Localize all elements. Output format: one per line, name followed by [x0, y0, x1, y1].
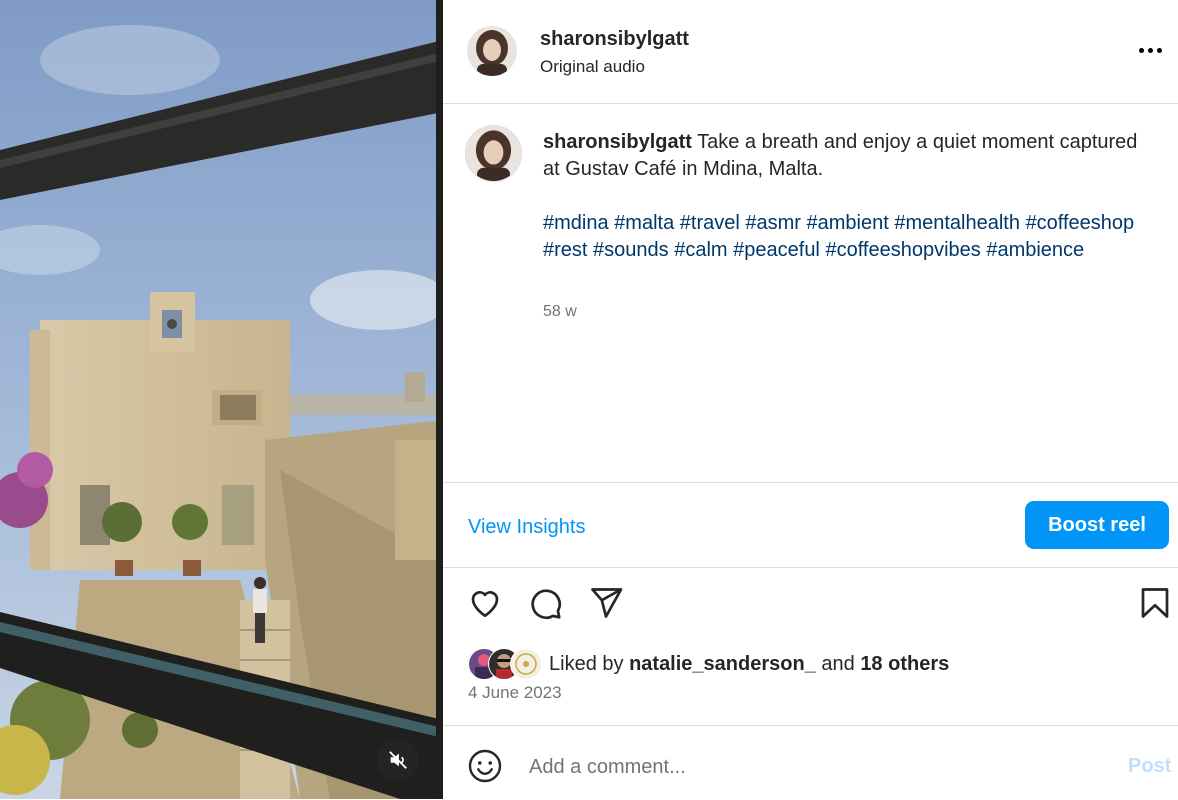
- hashtag[interactable]: #sounds: [593, 239, 669, 261]
- heart-icon: [471, 591, 499, 618]
- hashtag[interactable]: #travel: [680, 212, 740, 234]
- hashtag[interactable]: #calm: [674, 239, 727, 261]
- caption-section: sharonsibylgatt Take a breath and enjoy …: [443, 104, 1178, 482]
- comment-icon: [531, 589, 562, 620]
- hashtag[interactable]: #peaceful: [733, 239, 820, 261]
- hashtag-list: #mdina #malta #travel #asmr #ambient #me…: [543, 210, 1143, 264]
- hashtag[interactable]: #coffeeshopvibes: [825, 239, 980, 261]
- share-button[interactable]: [588, 585, 628, 625]
- more-horizontal-icon: [1139, 48, 1144, 53]
- comment-button[interactable]: [527, 585, 567, 625]
- share-paper-plane-icon: [591, 588, 623, 618]
- hashtag[interactable]: #mdina: [543, 212, 609, 234]
- boost-reel-button[interactable]: Boost reel: [1025, 501, 1169, 549]
- post-date[interactable]: 4 June 2023: [468, 683, 562, 703]
- hashtag[interactable]: #ambience: [986, 239, 1084, 261]
- mute-toggle-button[interactable]: [377, 739, 419, 781]
- hashtag[interactable]: #coffeeshop: [1026, 212, 1135, 234]
- more-horizontal-icon: [1148, 48, 1153, 53]
- avatar: [510, 648, 542, 680]
- likes-joiner: and: [821, 653, 855, 675]
- save-button[interactable]: [1137, 585, 1177, 625]
- view-insights-link[interactable]: View Insights: [468, 516, 585, 539]
- insights-bar: View Insights Boost reel: [443, 482, 1178, 568]
- reel-video[interactable]: [0, 0, 443, 799]
- profile-photo: [467, 26, 517, 76]
- like-button[interactable]: [467, 585, 507, 625]
- bookmark-icon: [1141, 588, 1169, 618]
- hashtag[interactable]: #ambient: [807, 212, 889, 234]
- hashtag[interactable]: #mentalhealth: [894, 212, 1020, 234]
- hashtag[interactable]: #malta: [614, 212, 674, 234]
- liker-avatars[interactable]: [468, 648, 548, 680]
- avatar[interactable]: [467, 26, 517, 76]
- post-details-panel: sharonsibylgatt Original audio sharonsib…: [443, 0, 1178, 799]
- original-audio-link[interactable]: Original audio: [540, 57, 645, 77]
- comment-bar: Post: [443, 725, 1178, 800]
- hashtag[interactable]: #rest: [543, 239, 587, 261]
- caption-username[interactable]: sharonsibylgatt: [543, 131, 692, 153]
- caption-text-block: sharonsibylgatt Take a breath and enjoy …: [543, 129, 1143, 264]
- more-options-button[interactable]: [1136, 40, 1166, 60]
- comment-input[interactable]: [527, 746, 1091, 788]
- post-age-timestamp[interactable]: 58 w: [543, 303, 577, 321]
- audio-muted-icon: [389, 751, 407, 769]
- emoji-smile-icon: [468, 749, 502, 783]
- avatar[interactable]: [465, 125, 522, 182]
- post-author-username[interactable]: sharonsibylgatt: [540, 28, 689, 51]
- profile-photo: [466, 126, 521, 181]
- more-horizontal-icon: [1157, 48, 1162, 53]
- emoji-picker-button[interactable]: [467, 748, 503, 784]
- post-comment-button[interactable]: Post: [1128, 755, 1171, 778]
- hashtag[interactable]: #asmr: [745, 212, 801, 234]
- post-header: sharonsibylgatt Original audio: [443, 0, 1178, 104]
- likes-summary: Liked by natalie_sanderson_ and 18 other…: [468, 648, 1168, 682]
- likes-prefix: Liked by: [549, 653, 624, 675]
- post-actions-row: [443, 585, 1178, 629]
- video-frame-scene: [0, 0, 443, 799]
- liker-username[interactable]: natalie_sanderson_: [629, 653, 816, 675]
- likes-text: Liked by natalie_sanderson_ and 18 other…: [549, 653, 949, 676]
- likes-others-link[interactable]: 18 others: [860, 653, 949, 675]
